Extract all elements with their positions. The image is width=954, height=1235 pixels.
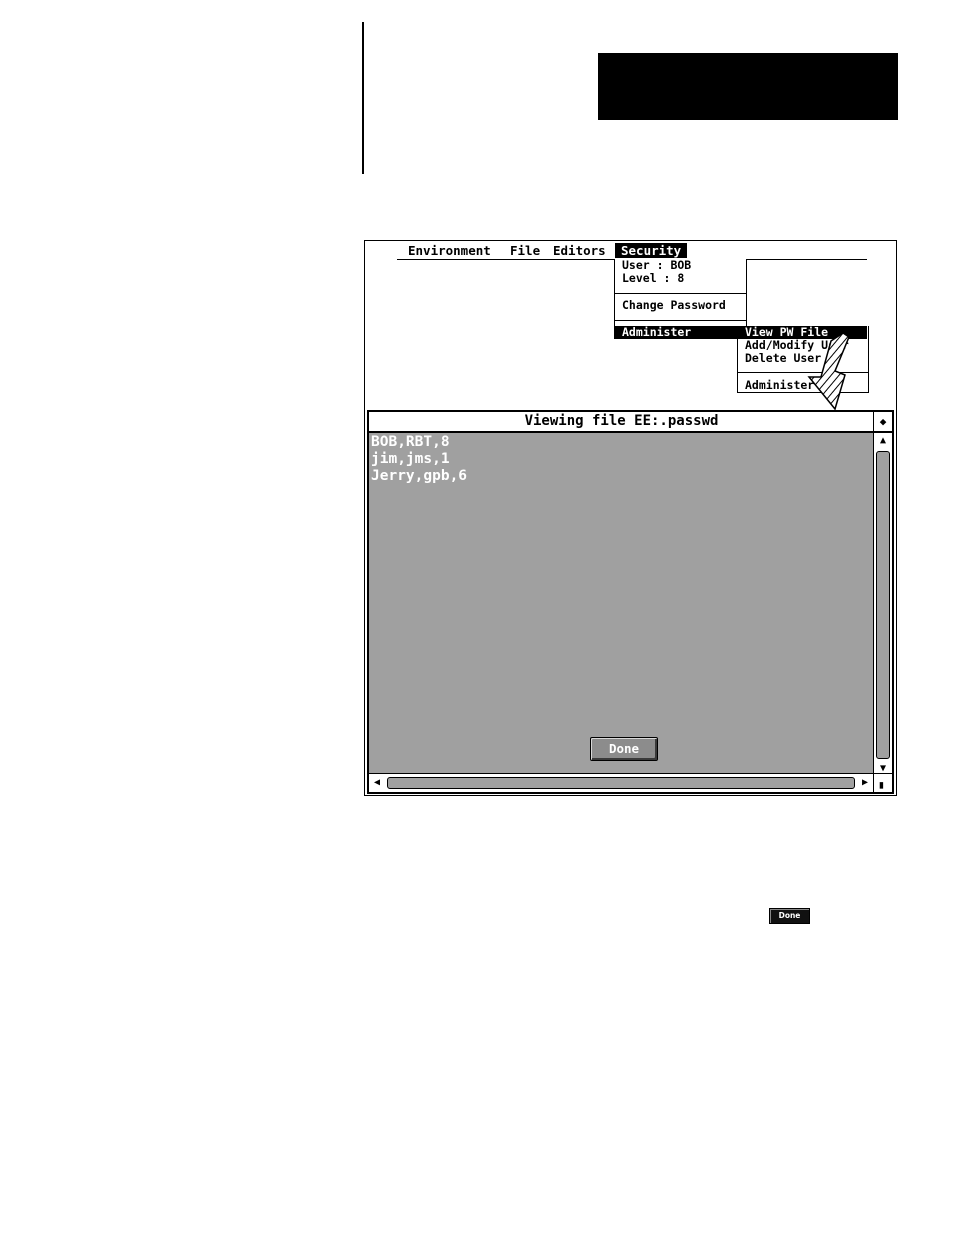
viewer-title: Viewing file EE:.passwd (369, 412, 874, 433)
menu-file[interactable]: File (504, 243, 546, 258)
file-line: Jerry,gpb,6 (371, 468, 468, 484)
file-line: jim,jms,1 (371, 451, 450, 467)
vertical-scroll-thumb[interactable] (876, 451, 890, 759)
up-arrow-icon[interactable]: ▲ (874, 433, 892, 449)
file-line: BOB,RBT,8 (371, 434, 450, 450)
margin-rule (362, 22, 364, 174)
horizontal-scroll-thumb[interactable] (387, 777, 855, 789)
chapter-tab-block (598, 53, 898, 120)
change-password-item[interactable]: Change Password (622, 299, 726, 312)
horizontal-scrollbar[interactable]: ◀ ▶ (369, 773, 874, 792)
resize-grip-icon[interactable]: ▖ (873, 773, 892, 792)
left-arrow-icon[interactable]: ◀ (369, 774, 385, 792)
menu-divider (615, 320, 746, 321)
administer-item[interactable]: Administer (615, 326, 744, 339)
level-info: Level : 8 (622, 271, 685, 285)
hatched-pointer-arrow-icon (807, 332, 850, 411)
file-viewer-window: Viewing file EE:.passwd ◆ BOB,RBT,8 jim,… (367, 410, 894, 794)
menu-editors[interactable]: Editors (547, 243, 612, 258)
vertical-scrollbar[interactable]: ▲ ▼ (873, 433, 892, 777)
screenshot-frame: Environment File Editors Security User :… (364, 240, 897, 796)
menu-environment[interactable]: Environment (402, 243, 497, 258)
security-dropdown: User : BOB Level : 8 Change Password Adm… (614, 259, 747, 339)
diamond-icon[interactable]: ◆ (873, 412, 892, 433)
file-content: BOB,RBT,8 jim,jms,1 Jerry,gpb,6 (371, 434, 871, 485)
done-button[interactable]: Done (590, 737, 658, 761)
right-arrow-icon[interactable]: ▶ (857, 774, 873, 792)
done-button-illustration: Done (769, 908, 810, 924)
menu-security[interactable]: Security (615, 243, 688, 258)
menu-divider (615, 293, 746, 294)
